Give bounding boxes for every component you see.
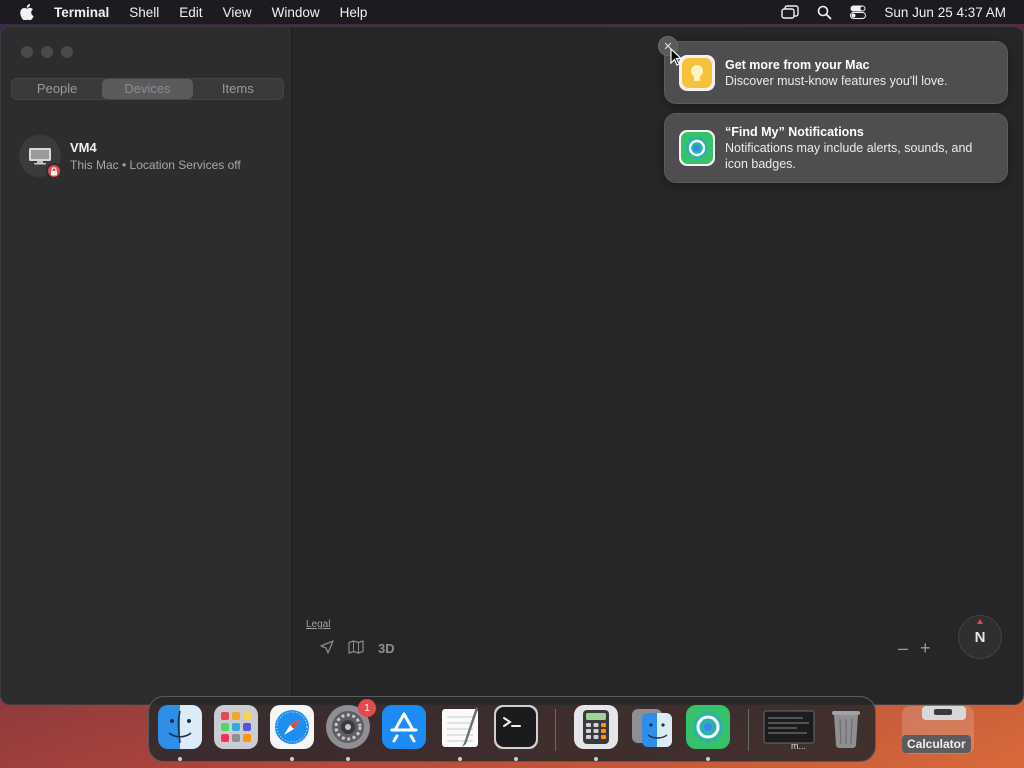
location-arrow-icon[interactable] bbox=[320, 640, 334, 657]
zoom-out-button[interactable]: – bbox=[898, 638, 908, 659]
close-window-button[interactable] bbox=[21, 46, 33, 58]
notification-find-my[interactable]: “Find My” Notifications Notifications ma… bbox=[664, 113, 1008, 183]
dock: 1 m... bbox=[148, 696, 876, 762]
tab-items[interactable]: Items bbox=[193, 79, 283, 99]
menu-help[interactable]: Help bbox=[330, 5, 378, 20]
control-center-icon[interactable] bbox=[850, 5, 867, 19]
zoom-controls: – + bbox=[898, 638, 931, 659]
zoom-window-button[interactable] bbox=[61, 46, 73, 58]
menu-window[interactable]: Window bbox=[262, 5, 330, 20]
dock-find-my-icon[interactable] bbox=[686, 705, 730, 749]
running-indicator bbox=[290, 757, 294, 761]
minimize-window-button[interactable] bbox=[41, 46, 53, 58]
menu-edit[interactable]: Edit bbox=[169, 5, 212, 20]
dock-system-settings-icon[interactable]: 1 bbox=[326, 699, 376, 749]
spotlight-search-icon[interactable] bbox=[817, 5, 832, 20]
notification-badge: 1 bbox=[358, 699, 376, 717]
dock-trash-icon[interactable] bbox=[824, 705, 868, 749]
menu-bar: Terminal Shell Edit View Window Help Sun… bbox=[0, 0, 1024, 24]
window-controls bbox=[21, 46, 73, 58]
running-indicator bbox=[178, 757, 182, 761]
dock-migration-assistant-icon[interactable] bbox=[630, 705, 674, 749]
running-indicator bbox=[346, 757, 350, 761]
map-mode-icon[interactable] bbox=[348, 640, 364, 657]
apple-menu-icon[interactable] bbox=[0, 4, 54, 20]
dock-app-store-icon[interactable] bbox=[382, 705, 426, 749]
mac-device-icon bbox=[29, 148, 51, 165]
dock-safari-icon[interactable] bbox=[270, 705, 314, 749]
menu-view[interactable]: View bbox=[213, 5, 262, 20]
zoom-in-button[interactable]: + bbox=[920, 638, 931, 659]
notification-body: Discover must-know features you'll love. bbox=[725, 73, 948, 88]
dock-separator bbox=[555, 709, 556, 751]
compass-label: N bbox=[974, 628, 986, 646]
device-list-item[interactable]: VM4 This Mac • Location Services off bbox=[19, 134, 284, 179]
notification-body: Notifications may include alerts, sounds… bbox=[725, 141, 973, 171]
compass-needle-icon bbox=[977, 619, 983, 624]
running-indicator bbox=[706, 757, 710, 761]
menu-shell[interactable]: Shell bbox=[119, 5, 169, 20]
dock-minimized-window-thumbnail[interactable]: m... bbox=[763, 705, 815, 751]
running-indicator bbox=[458, 757, 462, 761]
desktop-calculator-label: Calculator bbox=[902, 735, 971, 753]
sidebar-tab-control: People Devices Items bbox=[11, 78, 284, 100]
sidebar: People Devices Items VM4 This Mac • Loca… bbox=[1, 27, 292, 704]
running-indicator bbox=[594, 757, 598, 761]
tips-app-icon bbox=[679, 54, 715, 91]
device-detail: This Mac • Location Services off bbox=[70, 158, 241, 172]
find-my-app-icon bbox=[679, 130, 715, 166]
legal-link[interactable]: Legal bbox=[306, 619, 330, 630]
notification-tips[interactable]: Get more from your Mac Discover must-kno… bbox=[664, 41, 1008, 104]
map-toolbar: 3D bbox=[320, 640, 395, 657]
notification-title: “Find My” Notifications bbox=[725, 125, 864, 139]
tab-devices[interactable]: Devices bbox=[102, 79, 193, 99]
3d-toggle-button[interactable]: 3D bbox=[378, 641, 395, 656]
minimized-window-label: m... bbox=[791, 741, 806, 751]
notification-title: Get more from your Mac bbox=[725, 57, 870, 72]
dock-textedit-icon[interactable] bbox=[438, 705, 482, 749]
menubar-clock[interactable]: Sun Jun 25 4:37 AM bbox=[884, 5, 1006, 20]
stage-manager-icon[interactable] bbox=[781, 5, 800, 19]
dock-launchpad-icon[interactable] bbox=[214, 705, 258, 749]
app-menu-terminal[interactable]: Terminal bbox=[54, 5, 119, 20]
device-name: VM4 bbox=[70, 140, 97, 155]
compass-button[interactable]: N bbox=[958, 615, 1002, 659]
dock-finder-icon[interactable] bbox=[158, 705, 202, 749]
device-avatar bbox=[19, 135, 62, 179]
lock-badge-icon bbox=[46, 163, 62, 179]
dock-calculator-icon[interactable] bbox=[574, 705, 618, 749]
tab-people[interactable]: People bbox=[12, 79, 102, 99]
mouse-pointer-icon bbox=[670, 47, 683, 71]
dock-terminal-icon[interactable] bbox=[494, 705, 538, 749]
dock-separator bbox=[748, 709, 749, 751]
running-indicator bbox=[514, 757, 518, 761]
